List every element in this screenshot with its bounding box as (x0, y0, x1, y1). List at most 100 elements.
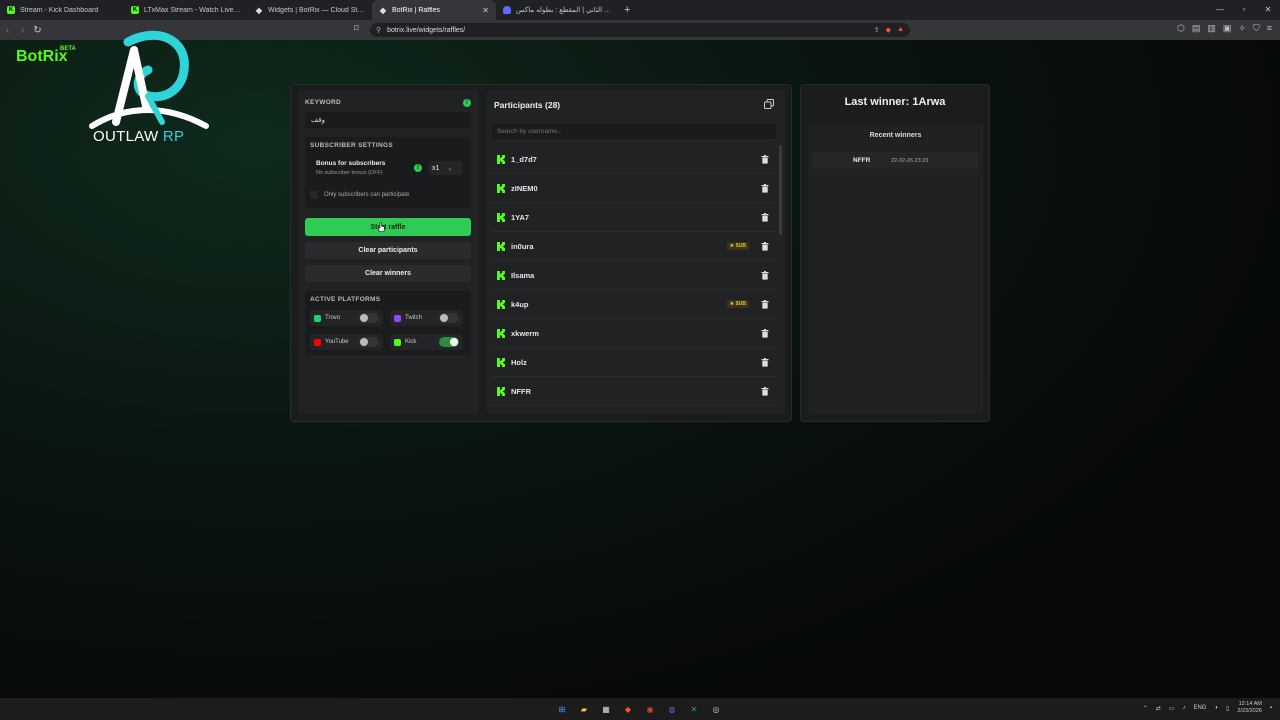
kick-icon: K (7, 6, 15, 14)
clear-participants-button[interactable]: Clear participants (305, 242, 471, 259)
chrome-icon[interactable]: ◉ (643, 702, 657, 716)
platform-name: Trovo (325, 315, 341, 321)
trash-icon[interactable] (761, 183, 769, 193)
leo-icon[interactable]: ✧ (1238, 23, 1246, 34)
share-icon[interactable]: ⇪ (874, 26, 880, 34)
trash-icon[interactable] (761, 357, 769, 367)
browser-tab[interactable]: الاسبوع الثاني | المقطع : بطوله ماكس (496, 0, 620, 20)
recent-winner-date: 22-02-26 23:23 (891, 157, 929, 164)
trash-icon[interactable] (761, 212, 769, 222)
discord-icon[interactable]: ◍ (665, 702, 679, 716)
url-text: botrix.live/widgets/raffles/ (387, 26, 466, 34)
trash-icon[interactable] (761, 386, 769, 396)
recent-winner-name: NFFR (853, 157, 871, 164)
participants-list: 1_d7d7 zINEM0 1YA7 in0ura ★ SUB Ilsama k4up ★ S… (490, 145, 776, 406)
browser-tab-bar: K Stream - Kick Dashboard K LTxMax Stream -… (0, 0, 1280, 20)
battery-icon[interactable]: ▯ (1226, 705, 1229, 712)
start-raffle-button[interactable]: Start raffle (305, 218, 471, 236)
trash-icon[interactable] (761, 299, 769, 309)
kick-icon (497, 183, 505, 193)
extensions-icon[interactable]: ⬡ (1177, 23, 1185, 34)
volume-icon[interactable]: ◖ (1214, 705, 1218, 711)
logo-text-accent: RP (162, 128, 185, 145)
start-icon[interactable]: ⊞ (555, 702, 569, 716)
reload-icon[interactable]: ↻ (30, 25, 45, 36)
site-info-icon[interactable]: ⚲ (376, 26, 381, 34)
file-explorer-icon[interactable]: ▰ (577, 702, 591, 716)
trash-icon[interactable] (761, 270, 769, 280)
bonus-subtitle: No subscriber bonus (OFF) (316, 170, 383, 176)
bonus-info-icon[interactable]: ! (414, 164, 422, 172)
maximize-icon[interactable]: ▫ (1232, 0, 1256, 20)
twitch-toggle[interactable] (439, 313, 459, 323)
participant-row: Ilsama (490, 261, 776, 290)
brave-shield-icon[interactable]: ◆ (886, 26, 891, 34)
close-window-icon[interactable]: ✕ (1256, 0, 1280, 20)
clear-winners-button[interactable]: Clear winners (305, 265, 471, 282)
brave-rewards-icon[interactable]: ▲ (897, 26, 904, 34)
trash-icon[interactable] (761, 328, 769, 338)
wallet-icon[interactable]: ▣ (1223, 23, 1232, 34)
browser-tab[interactable]: K Stream - Kick Dashboard (0, 0, 124, 20)
participants-scrollbar[interactable] (779, 145, 782, 235)
participant-name: Holz (511, 357, 527, 367)
browser-tab[interactable]: K LTxMax Stream - Watch Live on Ki (124, 0, 248, 20)
trovo-toggle[interactable] (359, 313, 379, 323)
botrix-brand[interactable]: BotRix BETA (16, 46, 76, 66)
bonus-title: Bonus for subscribers (316, 160, 386, 167)
chevron-down-icon: ⌄ (447, 165, 453, 172)
kick-icon (497, 241, 505, 251)
trash-icon[interactable] (761, 241, 769, 251)
trash-icon[interactable] (761, 154, 769, 164)
sidebar-icon[interactable]: ▥ (1207, 23, 1216, 34)
new-tab-icon[interactable]: + (624, 4, 630, 16)
copy-icon[interactable] (763, 98, 775, 110)
tab-title: BotRix | Raffles (392, 6, 440, 14)
address-bar[interactable]: ⚲ botrix.live/widgets/raffles/ ⇪ ◆ ▲ (370, 23, 910, 37)
youtube-toggle[interactable] (359, 337, 379, 347)
system-tray: ⌃ ⇄ ▭ ♪ ENG ◖ ▯ 12:14 AM 2/23/2026 ▪ (1143, 701, 1272, 715)
tab-title: Widgets | BotRix — Cloud Streaming (268, 6, 365, 14)
tab-strip: K Stream - Kick Dashboard K LTxMax Stream -… (0, 0, 620, 20)
tab-title: LTxMax Stream - Watch Live on Ki (144, 6, 241, 14)
forward-icon[interactable]: › (15, 25, 30, 36)
sub-badge-label: SUB (735, 243, 746, 249)
clock-time: 12:14 AM (1238, 701, 1262, 707)
multiplier-select[interactable]: x1 ⌄ (428, 161, 462, 175)
vpn-icon[interactable]: ⛉ (1253, 23, 1260, 34)
participant-search-input[interactable] (492, 124, 776, 139)
platform-name: Kick (405, 339, 417, 345)
store-icon[interactable]: ▦ (599, 702, 613, 716)
platform-kick: Kick (390, 334, 463, 350)
brave-icon[interactable]: ◆ (621, 702, 635, 716)
subs-only-checkbox[interactable] (310, 191, 318, 199)
obs-icon[interactable]: ◎ (709, 702, 723, 716)
browser-tab[interactable]: ◆ BotRix | Raffles ✕ (372, 0, 496, 20)
network-icon[interactable]: ▭ (1169, 705, 1175, 712)
sync-icon[interactable]: ⇄ (1156, 705, 1161, 712)
sub-badge: ★ SUB (726, 242, 749, 250)
minimize-icon[interactable]: — (1208, 0, 1232, 20)
capcut-icon[interactable]: ✕ (687, 702, 701, 716)
youtube-icon (314, 338, 321, 346)
reader-icon[interactable]: ▤ (1192, 23, 1201, 34)
mic-icon[interactable]: ♪ (1182, 705, 1185, 711)
twitch-icon (394, 314, 401, 322)
sub-badge-label: SUB (735, 301, 746, 307)
shield-icon (503, 6, 511, 14)
subs-only-checkbox-row[interactable]: Only subscribers can participate (310, 188, 466, 202)
menu-icon[interactable]: ≡ (1267, 23, 1272, 34)
kick-icon (497, 212, 505, 222)
browser-tab[interactable]: ◆ Widgets | BotRix — Cloud Streaming (248, 0, 372, 20)
bookmark-icon[interactable]: ⌑ (354, 23, 359, 34)
keyword-input[interactable] (305, 112, 471, 128)
kick-toggle[interactable] (439, 337, 459, 347)
notifications-icon[interactable]: ▪ (1270, 705, 1272, 711)
back-icon[interactable]: ‹ (0, 25, 15, 36)
language-indicator[interactable]: ENG (1193, 705, 1206, 711)
clock[interactable]: 12:14 AM 2/23/2026 (1237, 701, 1261, 715)
tray-overflow-icon[interactable]: ⌃ (1143, 705, 1148, 712)
participant-row: zINEM0 (490, 174, 776, 203)
pointer-cursor-icon (378, 222, 385, 232)
close-tab-icon[interactable]: ✕ (482, 6, 489, 15)
